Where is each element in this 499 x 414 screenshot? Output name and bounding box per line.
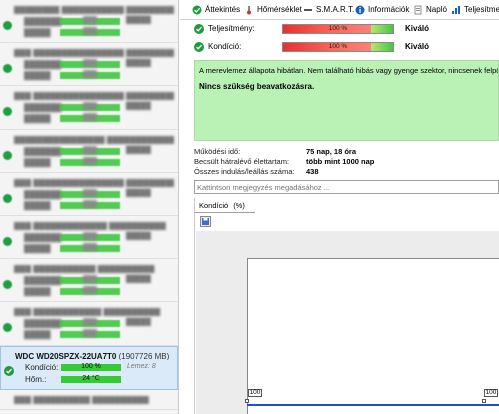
data-label: 100	[248, 389, 262, 397]
note-field[interactable]	[194, 180, 499, 194]
condition-gauge: 100 %	[282, 42, 394, 52]
condition-bar: 100 %	[61, 363, 121, 371]
health-message-box: A merevlemez állapota hibátlan. Nem talá…	[194, 60, 499, 141]
disk-list-item[interactable]: ███ ████████████████ ██████████ ███████ █…	[0, 173, 178, 216]
remaining-life-label: Becsült hátralévő élettartam:	[194, 157, 290, 166]
data-point	[245, 399, 249, 403]
status-ok-icon	[3, 193, 12, 203]
remaining-life-value: több mint 1000 nap	[306, 157, 375, 166]
disk-title: ███ ██████████ ██████████	[14, 395, 149, 404]
disk-extra: Lemez: 8	[127, 362, 156, 370]
smart-icon	[304, 9, 312, 11]
status-ok-icon	[194, 24, 204, 34]
condition-rating: Kiváló	[405, 42, 430, 51]
uptime-label: Működési idő:	[194, 147, 241, 156]
performance-label: Teljesítmény:	[208, 24, 255, 33]
disk-title: WDC WD20SPZX-22UA7T0 (1907726 MB)	[15, 351, 170, 360]
disk-list-item[interactable]: ███ ████████████ ██████████ ███████ ███ ██…	[0, 302, 178, 346]
status-ok-icon	[3, 323, 12, 333]
disk-title: ███ ████████████ ██████████	[14, 308, 161, 317]
performance-gauge: 100 %	[282, 24, 394, 34]
disk-list-item-selected[interactable]: WDC WD20SPZX-22UA7T0 (1907726 MB) Kondíc…	[0, 345, 178, 390]
start-stop-value: 438	[306, 167, 319, 176]
check-circle-icon	[192, 5, 202, 15]
health-recommendation: Nincs szükség beavatkozásra.	[199, 82, 315, 91]
disk-title: ████████████████ ████████████	[14, 135, 174, 144]
main-panel: Áttekintés Hőmérséklet S.M.A.R.T. Inform…	[180, 0, 499, 414]
uptime-value: 75 nap, 18 óra	[306, 147, 357, 156]
chart-panel: Kondíció (%) 100 100	[194, 198, 499, 414]
status-ok-icon	[4, 365, 14, 376]
start-stop-label: Összes indulás/leállás száma:	[194, 167, 295, 176]
status-ok-icon	[194, 42, 204, 52]
disk-title: ███ ████████████████ ████████████	[14, 49, 174, 58]
disk-list-item[interactable]: ███ ███████████ ██████████ ███████ ███ ███…	[0, 259, 178, 303]
health-message: A merevlemez állapota hibátlan. Nem talá…	[199, 66, 499, 75]
tab-chart-condition[interactable]: Kondíció (%)	[199, 200, 245, 212]
disk-title: ███ ████████████████ ██████████	[14, 178, 174, 187]
save-icon	[202, 218, 209, 225]
data-point	[482, 399, 486, 403]
status-ok-icon	[3, 280, 12, 290]
disk-title: ███ ████████████████ ████████████	[14, 92, 174, 101]
info-icon	[355, 5, 365, 15]
note-input[interactable]	[197, 182, 487, 192]
remaining-life-row: Becsült hátralévő élettartam: több mint …	[194, 157, 499, 167]
disk-list-item[interactable]: ████████ ███████████ ██████████ ███████ █…	[0, 0, 178, 44]
disk-title: ███ ███████████ ██████████	[14, 265, 155, 274]
thermometer-icon	[247, 6, 251, 15]
performance-rating: Kiváló	[405, 24, 430, 33]
disk-list-item[interactable]: ████████████████ ████████████ ███████ ███…	[0, 130, 178, 173]
disk-list-item[interactable]: ███ ██████████ ██████████	[0, 390, 178, 410]
disk-title: ████████ ███████████ ██████████	[14, 6, 174, 14]
status-ok-icon	[3, 236, 12, 246]
temperature-label: Hőm.:	[25, 374, 47, 384]
status-ok-icon	[3, 107, 12, 117]
condition-label: Kondíció:	[208, 42, 242, 51]
disk-list-item[interactable]: ███ ████████████████ ████████ ████ ███ ███…	[0, 43, 178, 87]
condition-status: Kondíció: 100 % Kiváló	[194, 41, 494, 54]
status-ok-icon	[3, 21, 12, 30]
data-label: 100	[484, 389, 498, 397]
start-stop-row: Összes indulás/leállás száma: 438	[194, 167, 499, 177]
save-chart-button[interactable]	[200, 216, 211, 227]
tab-bar: Áttekintés Hőmérséklet S.M.A.R.T. Inform…	[180, 0, 499, 20]
temperature-bar: 24 °C	[61, 375, 121, 383]
performance-icon	[452, 6, 460, 14]
performance-status: Teljesítmény: 100 % Kiváló	[194, 23, 494, 36]
condition-label: Kondíció:	[25, 362, 59, 372]
disk-title: ███ █████████████ ██████████	[14, 221, 166, 230]
condition-series-line	[247, 404, 499, 406]
status-ok-icon	[3, 64, 12, 74]
log-icon	[414, 5, 422, 15]
status-ok-icon	[3, 150, 12, 160]
uptime-row: Működési idő: 75 nap, 18 óra	[194, 147, 499, 157]
chart-plot-area	[247, 258, 499, 414]
disk-list[interactable]: ████████ ███████████ ██████████ ███████ █…	[0, 0, 179, 414]
disk-list-item[interactable]: ███ ████████████████ ████████ ████ ███ ███…	[0, 86, 178, 130]
disk-list-item[interactable]: ███ █████████████ ██████████ ███████ ███ █…	[0, 216, 178, 260]
